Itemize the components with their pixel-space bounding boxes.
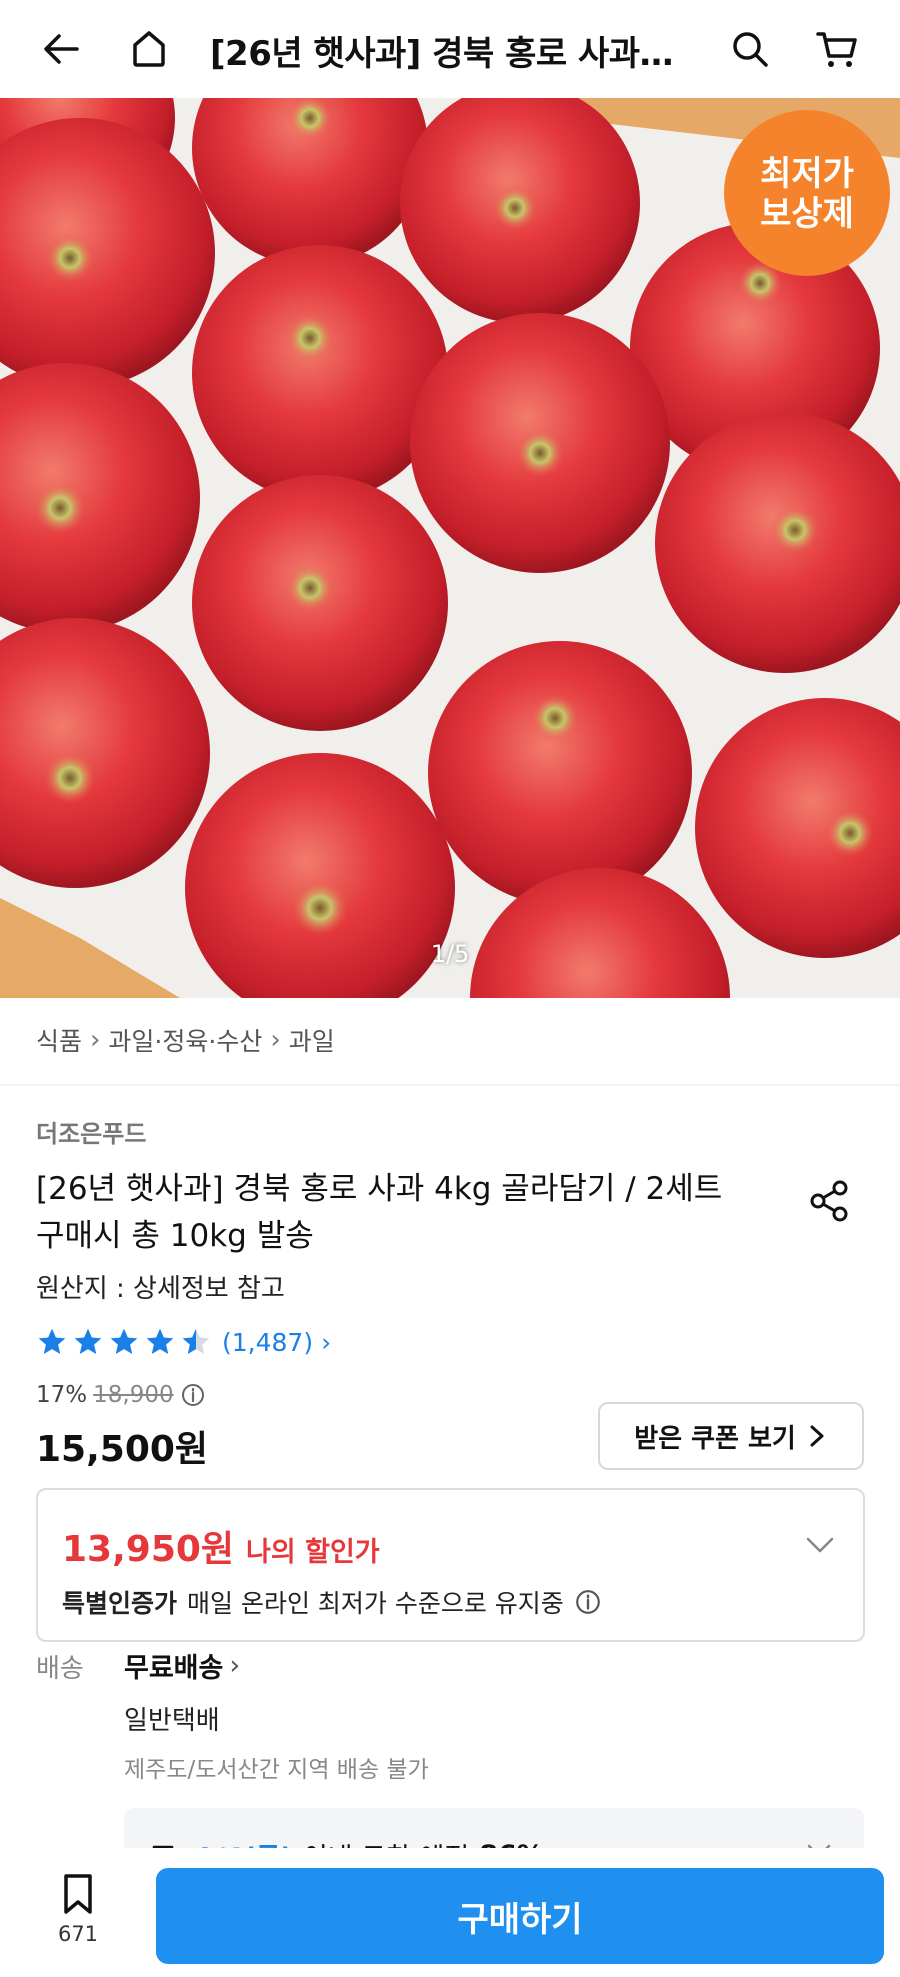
shipping-method: 일반택배 [124,1706,220,1736]
discount-row: 17% 18,900 [36,1382,206,1408]
breadcrumb-item[interactable]: 과일·정육·수산 [108,1022,262,1058]
discount-rate: 17% [36,1382,88,1408]
share-icon[interactable] [805,1176,855,1226]
badge-line-1: 최저가 [760,154,854,194]
star-full-icon [110,1328,138,1354]
chevron-right-icon [810,1425,824,1447]
chevron-right-icon: › [90,1025,101,1055]
special-cert-description: 매일 온라인 최저가 수준으로 유지중 [187,1589,564,1618]
breadcrumb-item[interactable]: 과일 [289,1022,335,1058]
product-title: [26년 햇사과] 경북 홍로 사과 4kg 골라담기 / 2세트 구매시 총 … [36,1171,723,1254]
shipping-label: 배송 [36,1654,84,1684]
star-full-icon [146,1328,174,1354]
image-pager: 1/5 [430,940,470,968]
chevron-right-icon: › [270,1025,281,1055]
free-shipping-text: 무료배송 [124,1653,224,1684]
search-icon[interactable] [725,24,775,74]
star-rating [36,1326,212,1358]
my-discount-price: 13,950원 [62,1529,235,1570]
home-icon[interactable] [124,24,174,74]
chevron-down-icon[interactable] [803,1528,837,1562]
star-half-icon [182,1328,210,1354]
lowest-price-guarantee-badge: 최저가 보상제 [724,110,890,276]
header-title: [26년 햇사과] 경북 홍로 사과 4kg 골라담기 / 2세트 구매시 총 … [210,34,680,74]
shipping-restriction-note: 제주도/도서산간 지역 배송 불가 [124,1757,429,1783]
sale-price: 15,500원 [36,1429,209,1470]
bottom-action-bar: 671 구매하기 [0,1848,900,1977]
original-price: 18,900 [93,1382,174,1408]
product-image-carousel[interactable]: 최저가 보상제 1/5 [0,98,900,998]
cart-icon[interactable] [812,24,862,74]
breadcrumb: 식품 › 과일·정육·수산 › 과일 [36,1022,335,1058]
coupon-button-label: 받은 쿠폰 보기 [634,1423,796,1454]
chevron-right-icon: › [321,1327,332,1357]
chevron-right-icon: › [229,1650,241,1681]
info-icon[interactable] [180,1382,206,1408]
my-discount-label: 나의 할인가 [246,1537,380,1568]
my-price-row: 13,950원 나의 할인가 [62,1520,380,1572]
view-coupons-button[interactable]: 받은 쿠폰 보기 [598,1402,864,1470]
seller-name[interactable]: 더조은푸드 [36,1114,146,1149]
review-count[interactable]: (1,487) [222,1328,313,1357]
info-icon[interactable] [574,1588,602,1616]
breadcrumb-item[interactable]: 식품 [36,1022,82,1058]
bookmark-icon [64,1874,92,1914]
origin-info: 원산지 : 상세정보 참고 [36,1274,285,1304]
star-full-icon [74,1328,102,1354]
free-shipping-link[interactable]: 무료배송 › [124,1646,240,1685]
bookmark-button[interactable]: 671 [46,1872,110,1946]
buy-button[interactable]: 구매하기 [156,1868,884,1964]
rating-row[interactable]: (1,487) › [36,1326,331,1358]
my-discount-price-box[interactable]: 13,950원 나의 할인가 특별인증가 매일 온라인 최저가 수준으로 유지중 [36,1488,865,1642]
badge-line-2: 보상제 [760,194,854,234]
special-cert-label: 특별인증가 [62,1589,178,1618]
bookmark-count: 671 [57,1922,99,1946]
star-full-icon [38,1328,66,1354]
top-app-bar: [26년 햇사과] 경북 홍로 사과 4kg 골라담기 / 2세트 구매시 총 … [0,0,900,98]
section-divider [0,1084,900,1086]
special-cert-row: 특별인증가 매일 온라인 최저가 수준으로 유지중 [62,1584,602,1620]
back-arrow-icon[interactable] [36,24,86,74]
